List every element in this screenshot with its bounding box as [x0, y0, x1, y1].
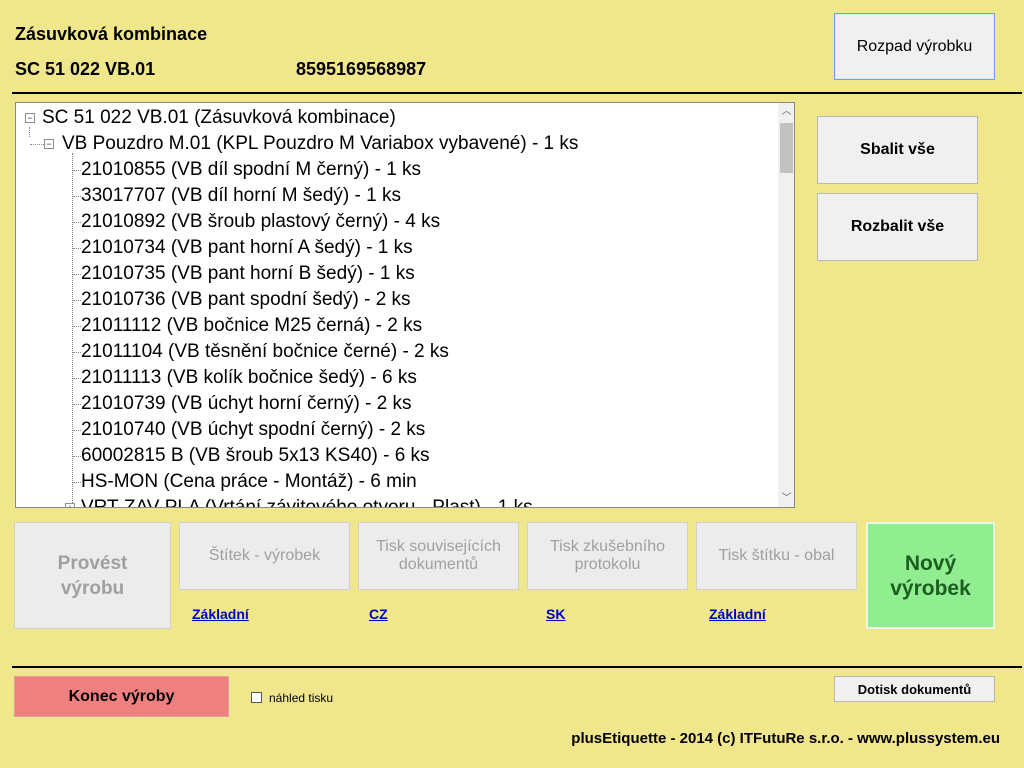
tree-item-label: 21011104 (VB těsnění bočnice černé) - 2 …: [81, 341, 449, 362]
tisk-souvisejicich-button[interactable]: Tisk souvisejících dokumentů: [358, 522, 519, 590]
link-sk[interactable]: SK: [546, 606, 565, 622]
tisk-zkusebniho-button[interactable]: Tisk zkušebního protokolu: [527, 522, 688, 590]
collapse-toggle-icon[interactable]: −: [25, 113, 35, 123]
tree-node-label: VB Pouzdro M.01 (KPL Pouzdro M Variabox …: [62, 133, 579, 154]
stitek-vyrobek-button[interactable]: Štítek - výrobek: [179, 522, 350, 590]
tree-item-label: 60002815 B (VB šroub 5x13 KS40) - 6 ks: [81, 445, 430, 466]
scroll-up-icon[interactable]: ︿: [778, 103, 794, 120]
tree-item-label: 21011112 (VB bočnice M25 černá) - 2 ks: [81, 315, 423, 336]
tree-item-label: 21011113 (VB kolík bočnice šedý) - 6 ks: [81, 367, 417, 388]
tree-item-label: 21010739 (VB úchyt horní černý) - 2 ks: [81, 393, 412, 414]
product-title: Zásuvková kombinace: [15, 24, 208, 44]
tree-item-label: 21010735 (VB pant horní B šedý) - 1 ks: [81, 263, 415, 284]
tree-scrollbar[interactable]: ︿ ﹀: [778, 103, 794, 507]
expand-toggle-icon[interactable]: +: [65, 503, 75, 507]
tree-guide-group: [72, 153, 74, 507]
nahled-tisku-checkbox[interactable]: [251, 692, 262, 703]
dotisk-dokumentu-button[interactable]: Dotisk dokumentů: [834, 676, 995, 702]
novy-vyrobek-button[interactable]: Nový výrobek: [866, 522, 995, 629]
tree-item-label: 21010734 (VB pant horní A šedý) - 1 ks: [81, 237, 413, 258]
link-zakladni-vyrobek[interactable]: Základní: [192, 606, 249, 622]
konec-vyroby-button[interactable]: Konec výroby: [14, 676, 229, 717]
collapse-all-button[interactable]: Sbalit vše: [817, 116, 978, 184]
rozpad-button[interactable]: Rozpad výrobku: [834, 13, 995, 80]
tree-item-label: 21010740 (VB úchyt spodní černý) - 2 ks: [81, 419, 426, 440]
product-tree[interactable]: − SC 51 022 VB.01 (Zásuvková kombinace) …: [15, 102, 795, 508]
tree-item-label: 33017707 (VB díl horní M šedý) - 1 ks: [81, 185, 401, 206]
tree-item-label: 21010855 (VB díl spodní M černý) - 1 ks: [81, 159, 422, 180]
tree-item-label: 21010892 (VB šroub plastový černý) - 4 k…: [81, 211, 441, 232]
tree-item-label: VRT-ZAV-PLA (Vrtání závitového otvoru - …: [81, 497, 533, 508]
top-divider: [12, 92, 1022, 94]
expand-all-button[interactable]: Rozbalit vše: [817, 193, 978, 261]
tree-item-label: 21010736 (VB pant spodní šedý) - 2 ks: [81, 289, 411, 310]
tree-guide-root: [29, 127, 31, 137]
footer-text: plusEtiquette - 2014 (c) ITFutuRe s.r.o.…: [571, 730, 1000, 747]
provest-vyrobu-button[interactable]: Provést výrobu: [14, 522, 171, 629]
collapse-toggle-icon[interactable]: −: [44, 139, 54, 149]
link-cz[interactable]: CZ: [369, 606, 388, 622]
scrollbar-thumb[interactable]: [780, 123, 793, 173]
tree-item-label: HS-MON (Cena práce - Montáž) - 6 min: [81, 471, 417, 492]
product-code: SC 51 022 VB.01: [15, 59, 156, 79]
tree-node-label: SC 51 022 VB.01 (Zásuvková kombinace): [42, 107, 396, 128]
link-zakladni-obal[interactable]: Základní: [709, 606, 766, 622]
scroll-down-icon[interactable]: ﹀: [778, 490, 794, 507]
product-ean: 8595169568987: [296, 59, 427, 79]
bottom-divider: [12, 666, 1022, 668]
tisk-stitku-obal-button[interactable]: Tisk štítku - obal: [696, 522, 857, 590]
nahled-tisku-label: náhled tisku: [269, 691, 334, 705]
